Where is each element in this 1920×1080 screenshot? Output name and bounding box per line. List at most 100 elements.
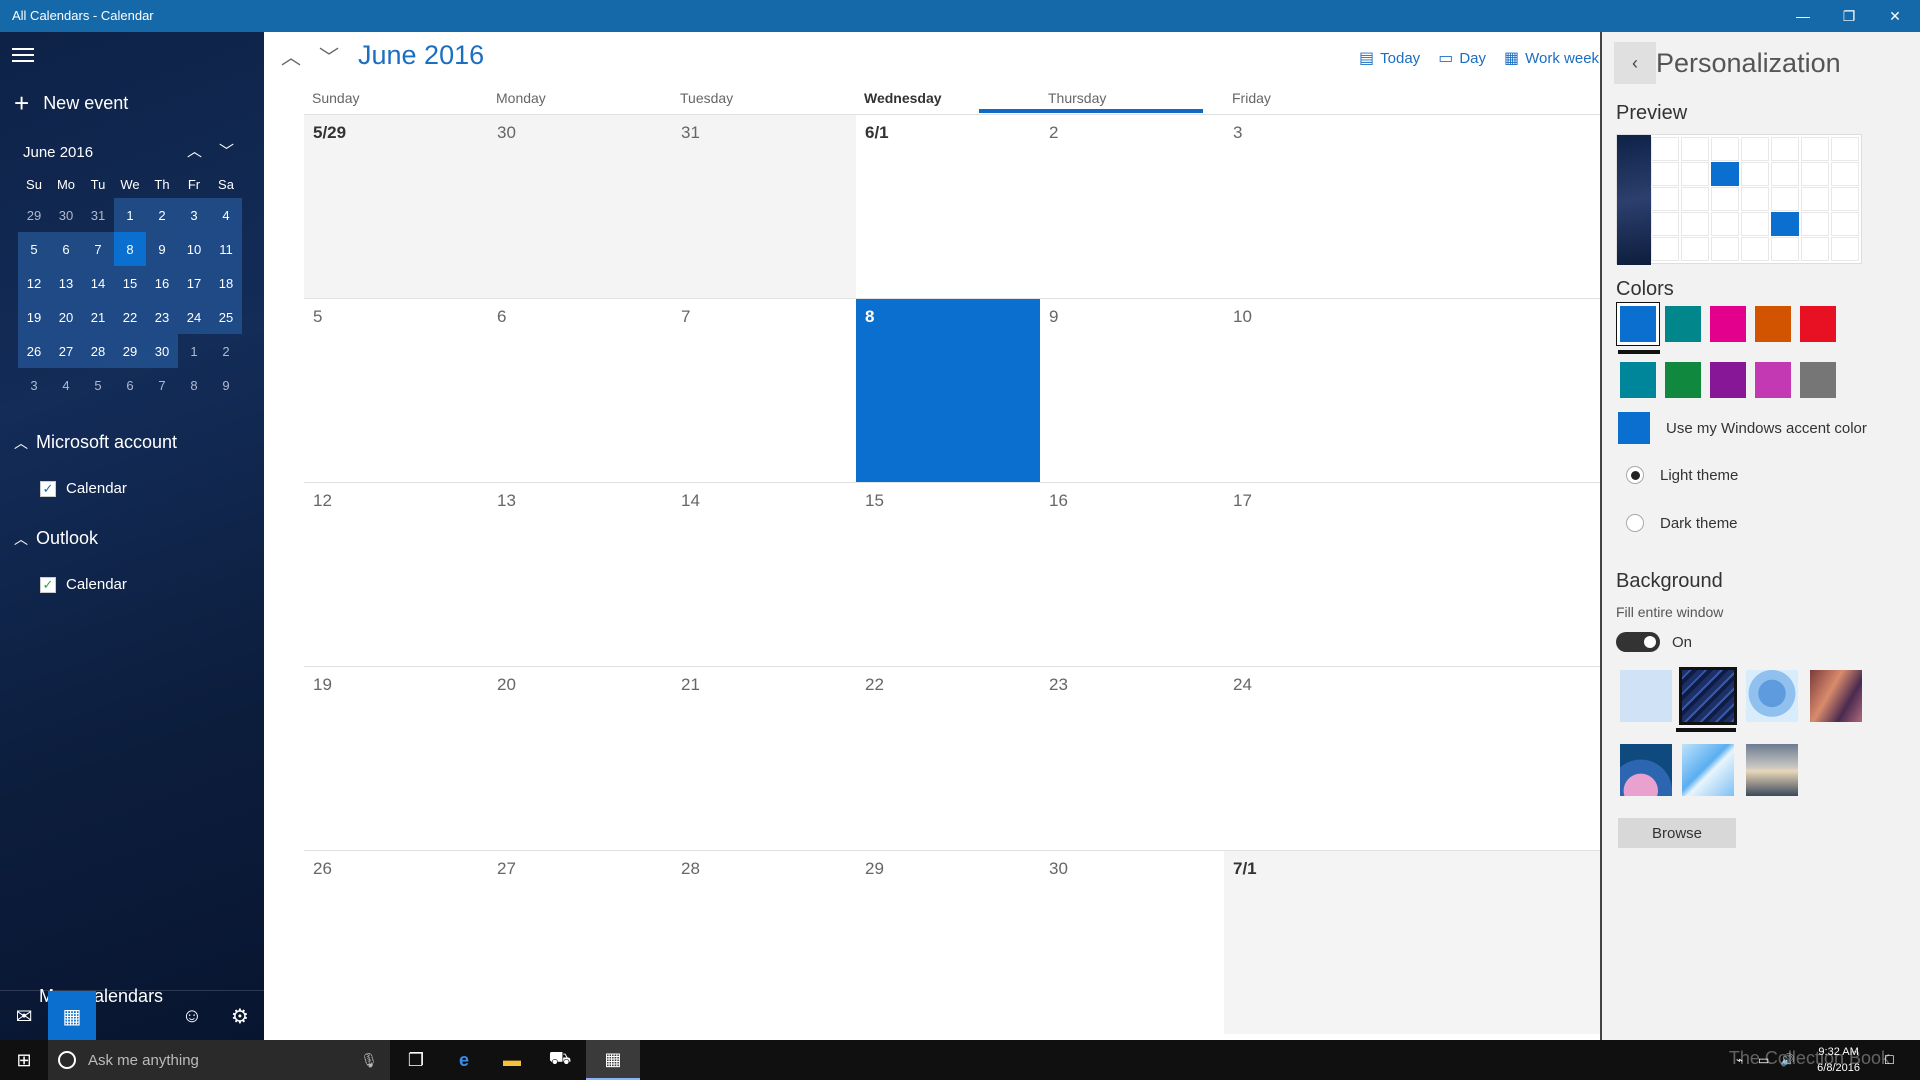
mini-day[interactable]: 10 (178, 232, 210, 266)
new-event-button[interactable]: + New event (14, 90, 128, 116)
background-thumbnail-waves[interactable] (1620, 744, 1672, 796)
mini-day[interactable]: 8 (114, 232, 146, 266)
microphone-icon[interactable]: 🎙 (360, 1052, 378, 1069)
background-thumbnail-lake[interactable] (1746, 744, 1798, 796)
checkbox-checked-icon[interactable]: ✓ (40, 576, 56, 593)
mini-day[interactable]: 1 (178, 334, 210, 368)
mini-day[interactable]: 26 (18, 334, 50, 368)
checkbox-checked-icon[interactable]: ✓ (40, 480, 56, 497)
day-cell[interactable]: 9 (1040, 298, 1224, 482)
day-cell[interactable]: 24 (1224, 666, 1600, 850)
browse-button[interactable]: Browse (1618, 818, 1736, 848)
color-swatch[interactable] (1800, 362, 1836, 398)
day-cell[interactable]: 2 (1040, 114, 1224, 298)
calendar-item-outlook[interactable]: ✓ Calendar (40, 576, 127, 593)
mini-day[interactable]: 8 (178, 368, 210, 402)
light-theme-radio[interactable]: Light theme (1626, 466, 1738, 484)
color-swatch[interactable] (1617, 303, 1659, 345)
day-cell[interactable]: 8 (856, 298, 1040, 482)
next-month-icon[interactable]: ﹀ (310, 41, 348, 70)
hamburger-menu-icon[interactable] (12, 48, 34, 66)
mini-day[interactable]: 11 (210, 232, 242, 266)
color-swatch[interactable] (1710, 362, 1746, 398)
day-cell[interactable]: 30 (488, 114, 672, 298)
day-cell[interactable]: 26 (304, 850, 488, 1034)
mini-day[interactable]: 20 (50, 300, 82, 334)
mini-prev-month-icon[interactable]: ︿ (187, 140, 202, 161)
day-cell[interactable]: 20 (488, 666, 672, 850)
mini-day[interactable]: 6 (50, 232, 82, 266)
file-explorer-icon[interactable]: ▬ (488, 1040, 536, 1080)
smiley-icon[interactable]: ☺ (168, 991, 216, 1040)
windows-start-icon[interactable]: ⊞ (0, 1040, 48, 1080)
color-swatch[interactable] (1620, 362, 1656, 398)
mail-icon[interactable]: ✉ (0, 991, 48, 1040)
day-cell[interactable]: 19 (304, 666, 488, 850)
group-microsoft-account[interactable]: ︿ Microsoft account (14, 432, 177, 453)
back-arrow-icon[interactable]: ‹ (1614, 42, 1656, 84)
day-cell[interactable]: 6/1 (856, 114, 1040, 298)
fill-window-toggle[interactable]: On (1616, 632, 1692, 652)
day-cell[interactable]: 15 (856, 482, 1040, 666)
day-cell[interactable]: 27 (488, 850, 672, 1034)
mini-day[interactable]: 1 (114, 198, 146, 232)
store-icon[interactable]: ⛟ (536, 1040, 584, 1080)
cortana-search-box[interactable]: Ask me anything 🎙 (48, 1040, 390, 1080)
mini-day[interactable]: 31 (82, 198, 114, 232)
background-thumbnail-canyon[interactable] (1810, 670, 1862, 722)
color-swatch[interactable] (1665, 362, 1701, 398)
mini-day[interactable]: 3 (18, 368, 50, 402)
mini-day[interactable]: 5 (18, 232, 50, 266)
color-swatch[interactable] (1665, 306, 1701, 342)
color-swatch[interactable] (1755, 306, 1791, 342)
battery-icon[interactable]: ▭ (1758, 1040, 1769, 1080)
mini-calendar-title[interactable]: June 2016 (23, 144, 93, 161)
mini-day[interactable]: 21 (82, 300, 114, 334)
color-swatch[interactable] (1710, 306, 1746, 342)
toggle-switch[interactable] (1616, 632, 1660, 652)
gear-icon[interactable]: ⚙ (216, 991, 264, 1040)
day-cell[interactable]: 14 (672, 482, 856, 666)
mini-day[interactable]: 14 (82, 266, 114, 300)
color-swatch[interactable] (1800, 306, 1836, 342)
day-cell[interactable]: 6 (488, 298, 672, 482)
mini-day[interactable]: 6 (114, 368, 146, 402)
close-button[interactable]: ✕ (1872, 0, 1918, 32)
mini-day[interactable]: 28 (82, 334, 114, 368)
day-cell[interactable]: 23 (1040, 666, 1224, 850)
group-outlook[interactable]: ︿ Outlook (14, 528, 98, 549)
day-cell[interactable]: 3 (1224, 114, 1600, 298)
day-cell[interactable]: 30 (1040, 850, 1224, 1034)
mini-day[interactable]: 7 (82, 232, 114, 266)
color-swatch[interactable] (1755, 362, 1791, 398)
day-cell[interactable]: 7 (672, 298, 856, 482)
day-cell[interactable]: 13 (488, 482, 672, 666)
calendar-app-icon[interactable]: ▦ (586, 1040, 640, 1080)
mini-day[interactable]: 3 (178, 198, 210, 232)
volume-icon[interactable]: 🔊 (1780, 1040, 1795, 1080)
day-cell[interactable]: 29 (856, 850, 1040, 1034)
mini-day[interactable]: 4 (210, 198, 242, 232)
mini-day[interactable]: 30 (50, 198, 82, 232)
day-cell[interactable]: 7/1 (1224, 850, 1600, 1034)
background-thumbnail-plain[interactable] (1620, 670, 1672, 722)
calendar-icon[interactable]: ▦ (48, 991, 96, 1040)
work-week-button[interactable]: ▦ Work week (1504, 48, 1600, 68)
edge-browser-icon[interactable]: e (440, 1040, 488, 1080)
mini-day[interactable]: 2 (210, 334, 242, 368)
day-cell[interactable]: 21 (672, 666, 856, 850)
background-thumbnail-geometric[interactable] (1682, 744, 1734, 796)
day-cell[interactable]: 5 (304, 298, 488, 482)
mini-day[interactable]: 15 (114, 266, 146, 300)
day-cell[interactable]: 31 (672, 114, 856, 298)
mini-day[interactable]: 24 (178, 300, 210, 334)
action-center-icon[interactable]: ☐ (1884, 1040, 1895, 1080)
day-cell[interactable]: 5/29 (304, 114, 488, 298)
mini-day[interactable]: 16 (146, 266, 178, 300)
task-view-icon[interactable]: ❐ (392, 1040, 440, 1080)
mini-day[interactable]: 22 (114, 300, 146, 334)
day-cell[interactable]: 10 (1224, 298, 1600, 482)
mini-day[interactable]: 19 (18, 300, 50, 334)
dark-theme-radio[interactable]: Dark theme (1626, 514, 1738, 532)
windows-accent-option[interactable]: Use my Windows accent color (1618, 412, 1867, 444)
